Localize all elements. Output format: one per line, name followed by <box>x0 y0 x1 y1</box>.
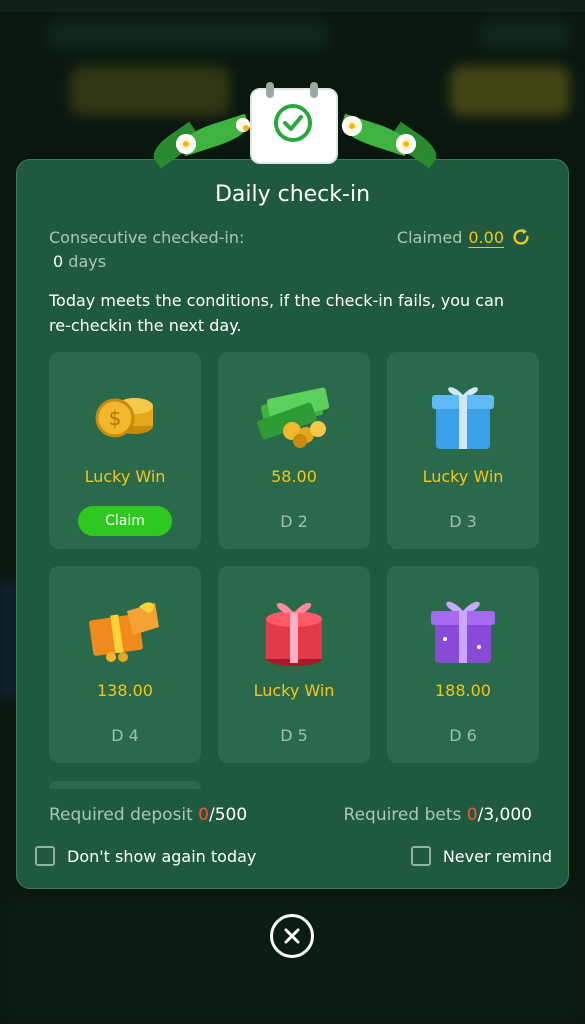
reward-card-day-3[interactable]: Lucky Win D 3 <box>387 352 539 549</box>
reward-card-day-7-peek[interactable] <box>49 781 201 789</box>
reward-amount: 188.00 <box>435 681 491 700</box>
checkin-notice: Today meets the conditions, if the check… <box>49 291 505 335</box>
red-gift-icon <box>218 590 370 670</box>
flower-icon <box>342 116 362 136</box>
claim-button[interactable]: Claim <box>78 506 172 536</box>
reward-card-day-2[interactable]: 58.00 D 2 <box>218 352 370 549</box>
reward-day: D 5 <box>280 726 308 745</box>
claimed-label: Claimed <box>396 227 463 247</box>
blue-gift-icon <box>387 376 539 456</box>
consecutive-days: 0 days <box>53 252 106 271</box>
reward-amount: Lucky Win <box>84 467 166 486</box>
consecutive-label: Consecutive checked-in: <box>49 228 245 247</box>
checkin-header-decoration <box>140 82 445 169</box>
orange-gift-icon <box>49 590 201 670</box>
claimed-amount[interactable]: 0.00 <box>468 228 504 247</box>
dont-show-today-option[interactable]: Don't show again today <box>35 846 256 866</box>
reward-card-day-1[interactable]: $ Lucky Win Claim <box>49 352 201 549</box>
reward-amount: Lucky Win <box>422 467 504 486</box>
cash-stack-icon <box>218 376 370 456</box>
reward-day: D 4 <box>111 726 139 745</box>
svg-text:$: $ <box>109 406 122 430</box>
required-bets: Required bets 0/3,000 <box>344 805 532 825</box>
check-icon <box>274 104 312 142</box>
reward-card-day-5[interactable]: Lucky Win D 5 <box>218 566 370 763</box>
purple-gift-icon <box>387 590 539 670</box>
required-bets-current: 0 <box>466 805 478 825</box>
required-bets-total: /3,000 <box>477 805 532 825</box>
dialog-title: Daily check-in <box>214 182 371 207</box>
required-deposit-label: Required deposit <box>49 805 193 825</box>
calendar-ring <box>310 82 318 98</box>
dont-show-today-label: Don't show again today <box>67 846 257 866</box>
flower-icon <box>396 134 416 154</box>
required-deposit-current: 0 <box>198 805 209 825</box>
flower-icon <box>236 118 250 132</box>
reward-amount: Lucky Win <box>253 681 335 700</box>
never-remind-option[interactable]: Never remind <box>410 846 552 866</box>
reward-day: D 2 <box>280 512 308 531</box>
flower-icon <box>176 134 196 154</box>
reward-card-day-6[interactable]: 188.00 D 6 <box>387 566 539 763</box>
never-remind-checkbox[interactable] <box>410 846 431 866</box>
reward-amount: 58.00 <box>271 467 317 486</box>
required-bets-label: Required bets <box>343 805 462 825</box>
consecutive-count: 0 <box>53 252 64 271</box>
required-deposit: Required deposit 0/500 <box>49 805 247 825</box>
calendar-ring <box>266 82 274 98</box>
refresh-icon[interactable] <box>510 226 532 248</box>
reward-day: D 3 <box>449 512 477 531</box>
close-icon <box>284 928 300 944</box>
consecutive-unit: days <box>68 252 107 271</box>
required-deposit-total: /500 <box>209 805 248 825</box>
calendar-check-icon <box>250 82 338 164</box>
close-button[interactable] <box>270 914 314 958</box>
never-remind-label: Never remind <box>442 846 552 866</box>
dont-show-today-checkbox[interactable] <box>35 846 55 866</box>
reward-day: D 6 <box>449 726 477 745</box>
gold-coins-icon: $ <box>49 376 201 456</box>
reward-card-day-4[interactable]: 138.00 D 4 <box>49 566 201 763</box>
daily-checkin-dialog: Daily check-in Consecutive checked-in: 0… <box>16 159 569 889</box>
reward-amount: 138.00 <box>97 681 153 700</box>
claimed-summary: Claimed 0.00 <box>397 226 532 248</box>
